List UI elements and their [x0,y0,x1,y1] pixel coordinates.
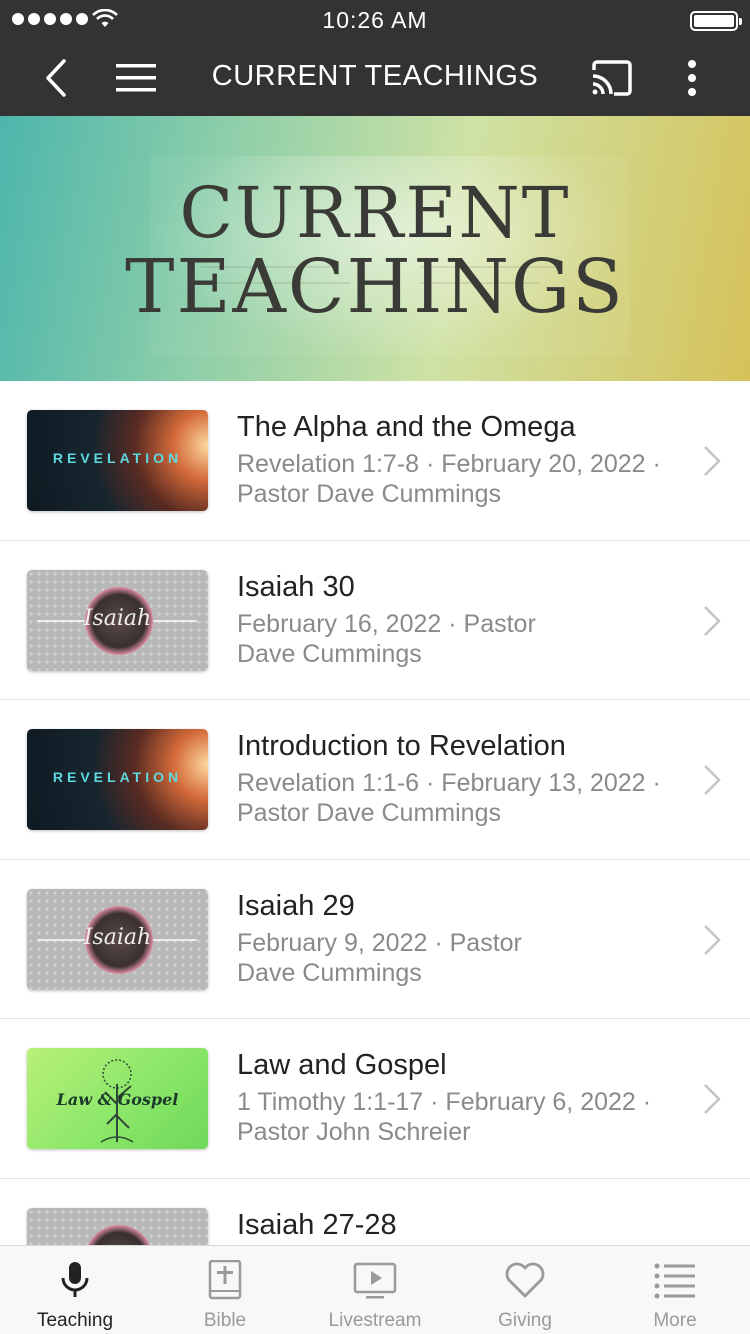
teaching-title: Isaiah 30 [237,570,355,603]
teaching-title: Introduction to Revelation [237,730,566,762]
chevron-right-icon [704,605,721,636]
teaching-subtitle: February 16, 2022 · Pastor Dave Cummings [237,609,536,668]
chevron-right-icon [704,1084,721,1114]
nav-bar: CURRENT TEACHINGS [0,40,750,116]
battery-icon [690,11,742,31]
teaching-title: Law and Gospel [237,1049,447,1081]
status-time: 10:26 AM [322,7,428,33]
thumbnail-text: Law & Gospel [56,1090,179,1109]
page-title: CURRENT TEACHINGS [211,60,539,92]
tab-label: Bible [203,1310,247,1331]
thumbnail-text: Isaiah [83,924,152,950]
tv-play-icon [353,1262,397,1299]
thumbnail-text: Isaiah [83,605,152,631]
chevron-right-icon [704,446,721,476]
teaching-title: Isaiah 29 [237,889,355,922]
vertical-dots-icon [688,60,696,96]
banner-title-line2: TEACHINGS [125,244,625,330]
tab-teaching[interactable]: Teaching [0,1246,150,1334]
banner-title-line1: CURRENT [179,172,571,254]
teachings-banner: CURRENT TEACHINGS [0,116,750,381]
heart-icon [505,1262,545,1298]
teaching-list: REVELATION The Alpha and the Omega Revel… [0,381,750,1334]
teaching-thumbnail: REVELATION [27,410,208,511]
teaching-row[interactable]: REVELATION The Alpha and the Omega Revel… [0,381,750,541]
teaching-row[interactable]: REVELATION Introduction to Revelation Re… [0,700,750,860]
tab-label: Giving [498,1310,552,1331]
teaching-row[interactable]: Law & Gospel Law and Gospel 1 Timothy 1:… [0,1019,750,1179]
tab-bible[interactable]: Bible [150,1246,300,1334]
status-bar: 10:26 AM [0,0,750,40]
tab-label: Teaching [36,1310,114,1331]
teaching-title: Isaiah 27-28 [237,1208,397,1241]
tab-livestream[interactable]: Livestream [300,1246,450,1334]
thumbnail-text: REVELATION [52,769,183,785]
bible-icon [208,1260,242,1300]
cast-button[interactable] [588,54,636,102]
tab-giving[interactable]: Giving [450,1246,600,1334]
teaching-subtitle: February 9, 2022 · Pastor Dave Cummings [237,928,522,987]
tab-label: More [653,1310,697,1331]
teaching-thumbnail: REVELATION [27,729,208,830]
thumbnail-text: REVELATION [52,450,183,466]
teaching-thumbnail: Isaiah [27,888,208,990]
microphone-icon [61,1262,89,1297]
teaching-subtitle: 1 Timothy 1:1-17 · February 6, 2022 · Pa… [237,1088,652,1146]
cast-icon [592,60,632,96]
list-icon [654,1263,695,1299]
teaching-subtitle: Revelation 1:1-6 · February 13, 2022 · P… [237,769,661,827]
teaching-title: The Alpha and the Omega [237,411,576,443]
teaching-thumbnail: Isaiah [27,569,208,671]
overflow-menu-button[interactable] [668,54,716,102]
tab-more[interactable]: More [600,1246,750,1334]
chevron-right-icon [704,765,721,795]
tab-label: Livestream [328,1310,422,1331]
teaching-row[interactable]: Isaiah Isaiah 29 February 9, 2022 · Past… [0,859,750,1019]
teaching-subtitle: Revelation 1:7-8 · February 20, 2022 · P… [237,450,661,508]
chevron-right-icon [704,924,721,955]
tab-bar: Teaching Bible Livestream Giving More [0,1245,750,1334]
teaching-thumbnail: Law & Gospel [27,1048,208,1149]
teaching-row[interactable]: Isaiah Isaiah 30 February 16, 2022 · Pas… [0,540,750,700]
